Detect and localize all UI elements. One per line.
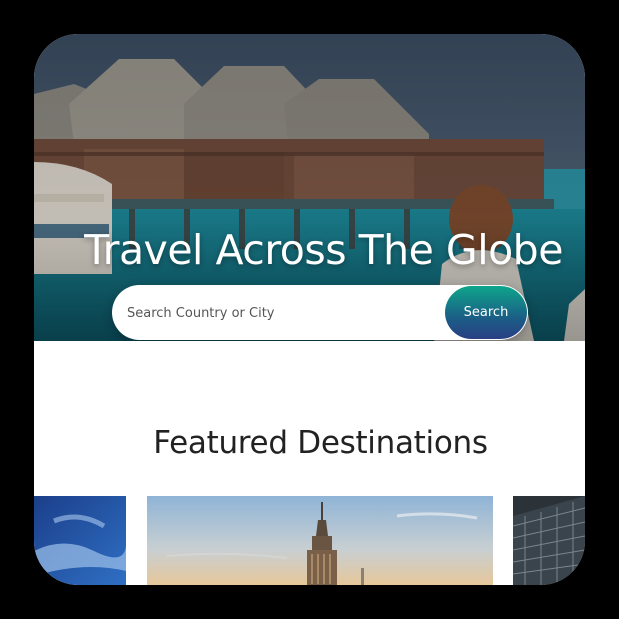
destination-card[interactable]	[147, 496, 493, 585]
empire-state-building-image	[147, 496, 493, 585]
search-input[interactable]	[125, 285, 429, 341]
hero-section: Travel Across The Globe Search	[34, 34, 585, 341]
destination-card[interactable]	[34, 496, 126, 585]
glass-building-image	[513, 496, 585, 585]
destination-card[interactable]	[513, 496, 585, 585]
app-window: Travel Across The Globe Search Featured …	[34, 34, 585, 585]
search-button[interactable]: Search	[445, 286, 527, 339]
featured-destinations-heading: Featured Destinations	[153, 425, 488, 461]
hero-title: Travel Across The Globe	[84, 226, 563, 274]
search-bar: Search	[112, 285, 528, 341]
blue-sky-clouds-image	[34, 496, 126, 585]
